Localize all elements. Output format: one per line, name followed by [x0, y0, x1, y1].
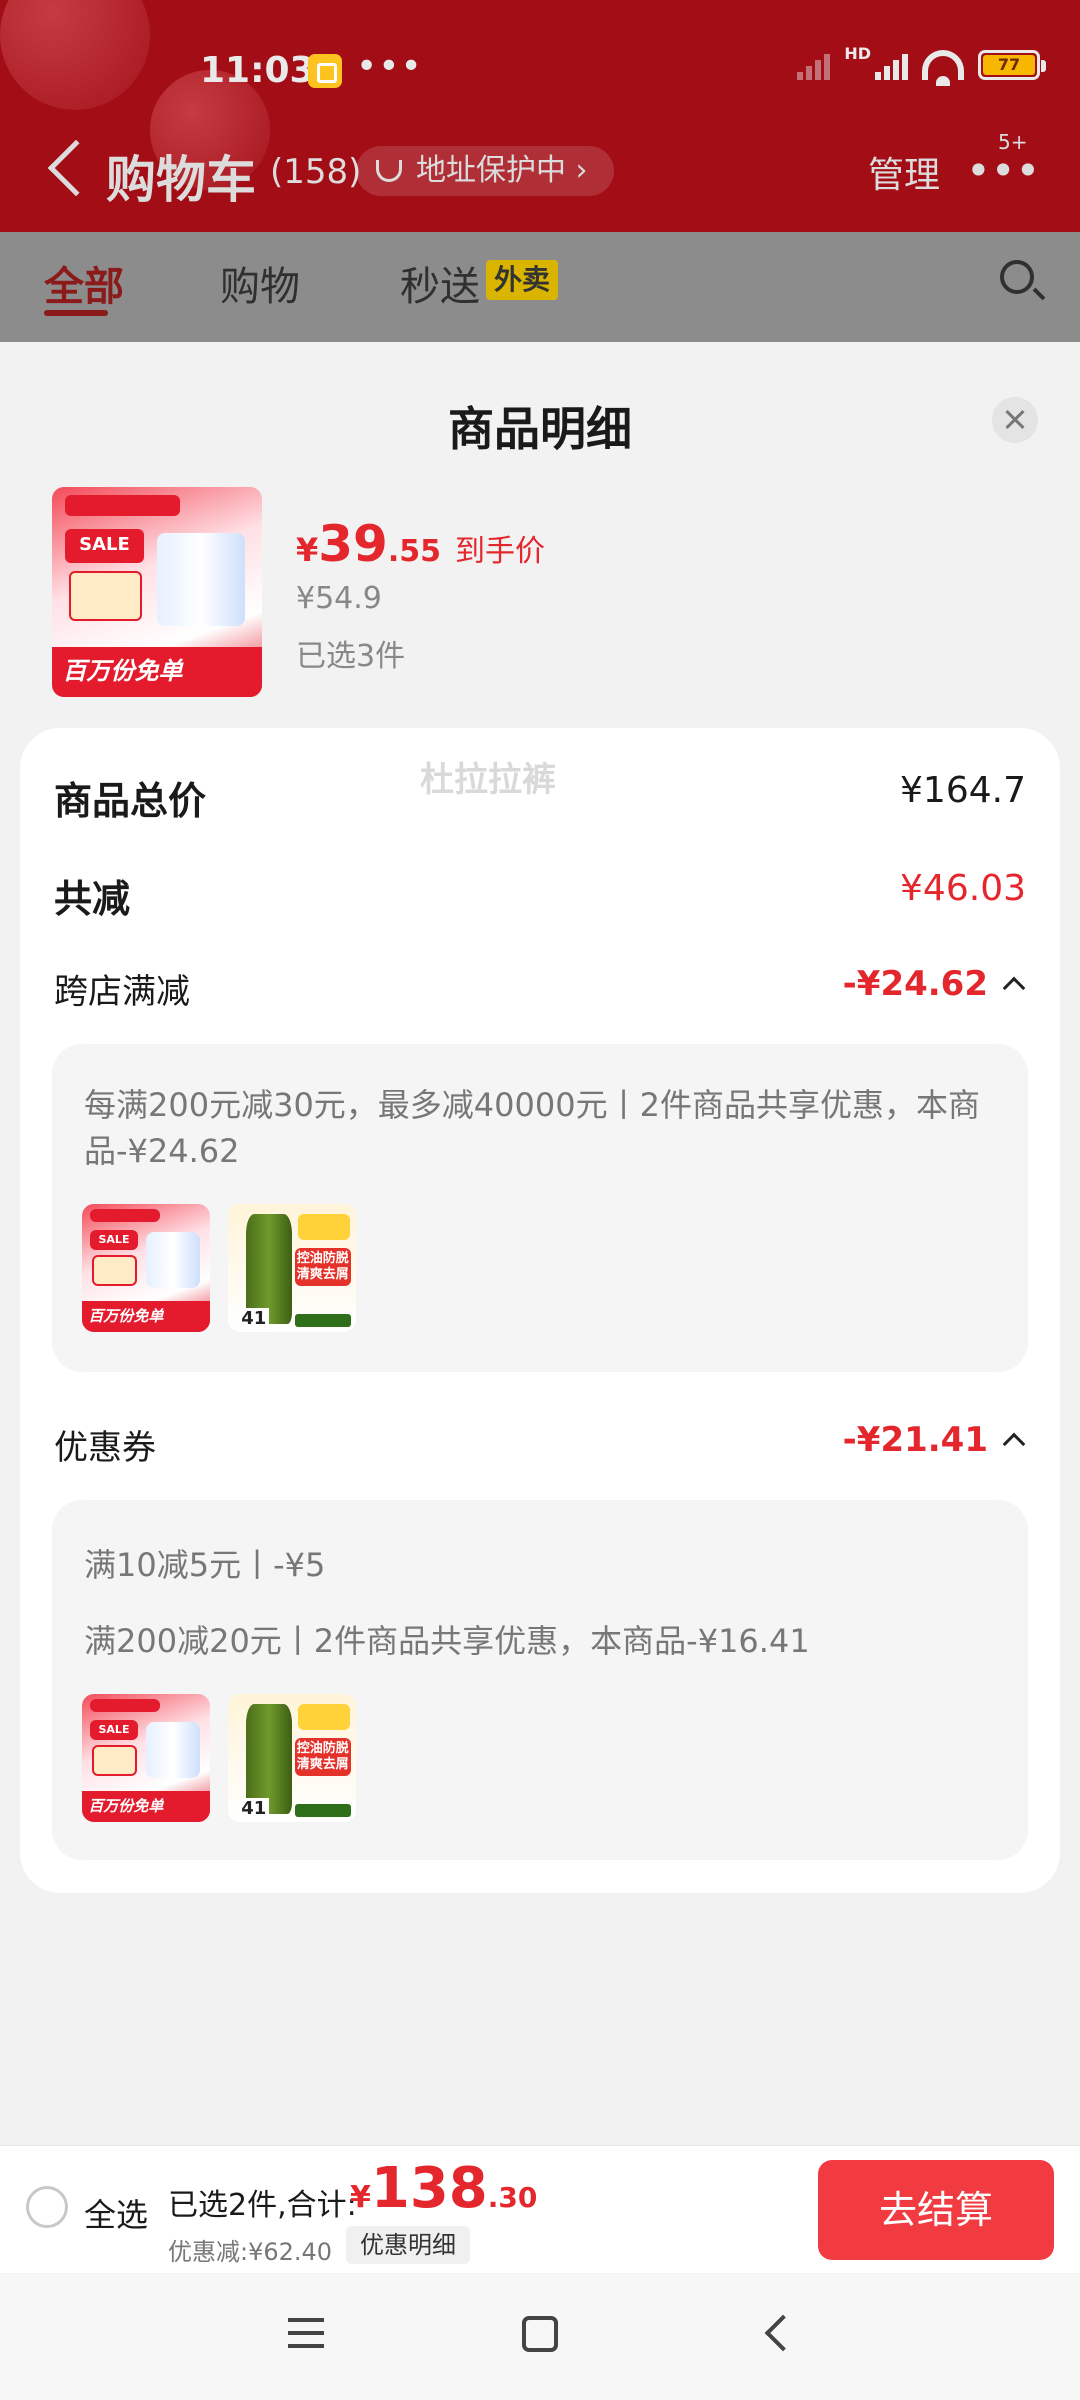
price-box	[68, 571, 143, 622]
selected-quantity: 已选3件	[296, 639, 406, 674]
system-nav-bar	[0, 2274, 1080, 2400]
promo-banner: 百万份免单	[52, 646, 262, 697]
sale-tag: SALE	[89, 1229, 139, 1251]
status-bar: 11:03 ••• HD 77	[0, 0, 1080, 140]
shield-icon	[376, 160, 402, 182]
coupon-value: -¥21.41	[842, 1420, 988, 1460]
notification-app-icon	[308, 54, 342, 88]
price-note: 到手价	[455, 534, 546, 569]
tab-all[interactable]: 全部	[44, 254, 124, 312]
manage-button[interactable]: 管理	[868, 146, 940, 198]
coupon-line-2: 满200减20元丨2件商品共享优惠，本商品-¥16.41	[84, 1622, 810, 1660]
battery-level: 77	[983, 55, 1035, 75]
cart-tabs: 全部 购物 秒送 外卖	[0, 232, 1080, 342]
cross-store-description: 每满200元减30元，最多减40000元丨2件商品共享优惠，本商品-¥24.62	[84, 1086, 980, 1170]
product-thumbnail[interactable]: 控油防脱 清爽去屑 41	[228, 1694, 356, 1822]
product-image	[157, 533, 246, 626]
discount-label: 优惠减:¥62.40	[168, 2238, 333, 2266]
product-price: ¥39.55 到手价	[296, 515, 545, 573]
signal-icon	[797, 50, 831, 80]
select-all-label[interactable]: 全选	[84, 2190, 148, 2236]
cross-store-panel: 每满200元减30元，最多减40000元丨2件商品共享优惠，本商品-¥24.62…	[52, 1044, 1028, 1372]
reduce-label: 共减	[54, 877, 131, 921]
sale-tag: SALE	[89, 1719, 139, 1741]
original-price: ¥54.9	[296, 581, 382, 616]
product-thumbnail[interactable]: 控油防脱 清爽去屑 41	[228, 1204, 356, 1332]
promo-banner: 百万份免单	[82, 1301, 210, 1332]
sum-symbol: ¥	[350, 2180, 371, 2215]
checkout-button[interactable]: 去结算	[818, 2160, 1054, 2260]
cart-header: 购物车 (158) 地址保护中 › 管理 ••• 5+	[0, 130, 1080, 230]
thumbnail-number: 41	[238, 1798, 270, 1820]
total-label: 商品总价	[54, 779, 207, 823]
sum-integer: 138	[370, 2156, 488, 2221]
sheet-title: 商品明细	[448, 402, 632, 456]
status-time: 11:03	[200, 50, 315, 91]
wifi-icon	[922, 50, 964, 86]
sale-tag: SALE	[64, 529, 145, 563]
back-icon[interactable]	[47, 139, 105, 197]
coupon-line-1: 满10减5元丨-¥5	[84, 1546, 326, 1584]
cross-store-value: -¥24.62	[842, 964, 988, 1004]
product-detail-sheet: 商品明细 SALE 百万份免单 ¥39.55 到手价 ¥54.9 已选3件 商品总…	[0, 355, 1080, 2145]
hd-label: HD	[844, 43, 871, 63]
status-dots: •••	[356, 46, 423, 87]
reduce-value: ¥46.03	[900, 868, 1026, 909]
price-symbol: ¥	[296, 531, 319, 569]
summary-price: ¥138.30	[350, 2156, 537, 2221]
brand-logo	[89, 1699, 161, 1712]
product-image	[146, 1722, 200, 1779]
product-image	[146, 1232, 200, 1289]
menu-icon[interactable]	[288, 2318, 324, 2348]
product-label: 控油防脱 清爽去屑	[294, 1737, 351, 1776]
address-protect-pill[interactable]: 地址保护中 ›	[356, 146, 614, 196]
battery-icon: 77	[978, 50, 1046, 80]
brand-logo	[89, 1209, 161, 1222]
total-value: ¥164.7	[900, 770, 1026, 811]
promo-strip	[294, 1314, 351, 1327]
tab-shopping[interactable]: 购物	[220, 254, 300, 312]
checkout-bar: 全选 已选2件,合计: ¥138.30 优惠减:¥62.40 优惠明细 去结算	[0, 2145, 1080, 2273]
price-box	[92, 1255, 138, 1286]
sum-decimal: .30	[487, 2181, 538, 2214]
brand-logo	[64, 495, 181, 517]
promo-banner: 百万份免单	[82, 1791, 210, 1822]
product-thumbnail[interactable]: SALE 百万份免单	[82, 1694, 210, 1822]
price-integer: 39	[318, 515, 388, 573]
reduce-row: 共减 ¥46.03	[54, 868, 1026, 928]
thumbnail-number: 41	[238, 1308, 270, 1330]
close-icon[interactable]	[992, 397, 1038, 443]
product-label: 控油防脱 清爽去屑	[294, 1247, 351, 1286]
cross-store-row[interactable]: 跨店满减 -¥24.62	[54, 964, 1026, 1024]
summary-label: 已选2件,合计:	[168, 2188, 357, 2223]
coupon-label: 优惠券	[54, 1428, 156, 1468]
coupon-panel: 满10减5元丨-¥5 满200减20元丨2件商品共享优惠，本商品-¥16.41 …	[52, 1500, 1028, 1860]
tab-express[interactable]: 秒送	[400, 254, 480, 312]
price-box	[92, 1745, 138, 1776]
takeout-badge: 外卖	[486, 260, 559, 300]
home-icon[interactable]	[522, 2316, 558, 2352]
discount-detail-button[interactable]: 优惠明细	[346, 2226, 470, 2264]
select-all-radio[interactable]	[26, 2186, 68, 2228]
page-title: 购物车	[106, 151, 256, 209]
price-breakdown-card: 商品总价 ¥164.7 共减 ¥46.03 跨店满减 -¥24.62 每满200…	[20, 728, 1060, 1893]
cart-count: (158)	[270, 152, 362, 192]
product-thumbnail[interactable]: SALE 百万份免单	[52, 487, 262, 697]
signal-icon	[875, 50, 908, 80]
address-protect-label: 地址保护中 ›	[416, 153, 588, 188]
cross-store-label: 跨店满减	[54, 972, 190, 1012]
tab-underline	[44, 310, 108, 316]
notification-badge: 5+	[998, 130, 1028, 154]
price-decimal: .55	[387, 534, 442, 569]
coupon-row[interactable]: 优惠券 -¥21.41	[54, 1420, 1026, 1480]
promo-tag	[298, 1704, 350, 1730]
search-icon[interactable]	[1000, 260, 1034, 294]
promo-strip	[294, 1804, 351, 1817]
promo-tag	[298, 1214, 350, 1240]
product-thumbnail[interactable]: SALE 百万份免单	[82, 1204, 210, 1332]
watermark: 杜拉拉裤	[420, 760, 556, 800]
back-nav-icon[interactable]	[764, 2314, 802, 2352]
